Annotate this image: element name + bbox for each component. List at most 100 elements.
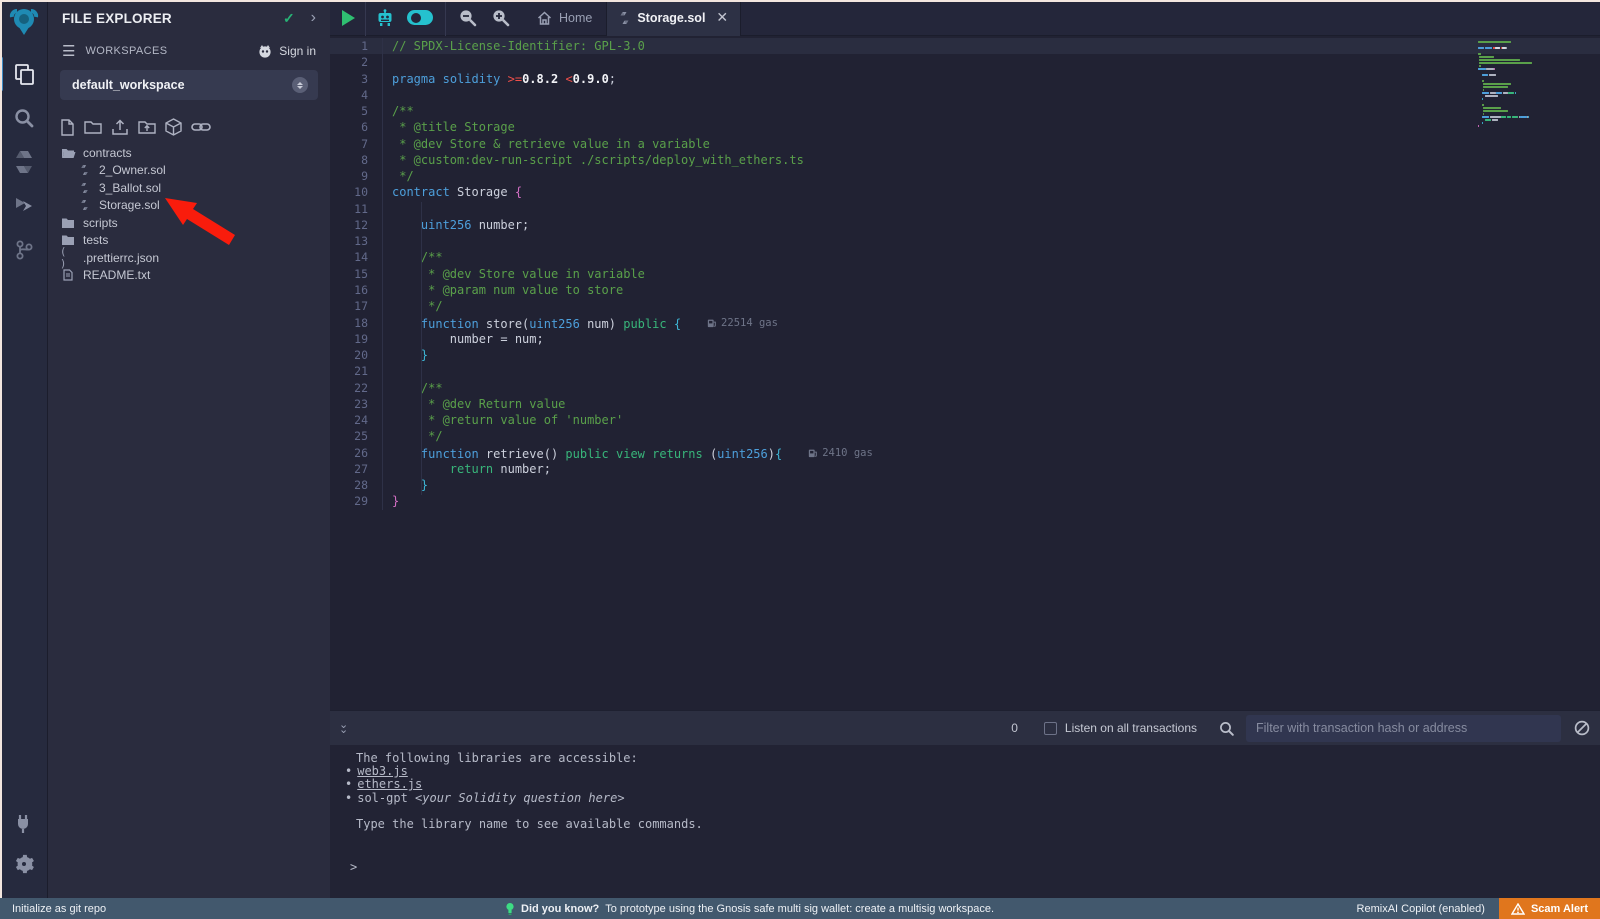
line-number[interactable]: 11: [330, 201, 383, 217]
code-line-25[interactable]: 25 */: [330, 428, 1600, 444]
line-number[interactable]: 15: [330, 266, 383, 282]
chevron-right-icon[interactable]: ›: [311, 10, 316, 26]
tab-home[interactable]: Home: [525, 0, 604, 36]
code-line-12[interactable]: 12 uint256 number;: [330, 217, 1600, 233]
line-number[interactable]: 29: [330, 493, 383, 509]
line-number[interactable]: 16: [330, 282, 383, 298]
sidebar-item-deploy-run[interactable]: [0, 184, 48, 228]
line-number[interactable]: 17: [330, 298, 383, 314]
line-number[interactable]: 13: [330, 233, 383, 249]
line-number[interactable]: 19: [330, 331, 383, 347]
terminal-link-ethers-js[interactable]: ethers.js: [357, 777, 422, 791]
code-line-4[interactable]: 4: [330, 87, 1600, 103]
line-number[interactable]: 28: [330, 477, 383, 493]
line-number[interactable]: 24: [330, 412, 383, 428]
terminal-link-web3-js[interactable]: web3.js: [357, 764, 408, 778]
workspace-select[interactable]: default_workspace: [60, 70, 318, 100]
code-line-28[interactable]: 28 }: [330, 477, 1600, 493]
copilot-toggle[interactable]: [407, 10, 433, 25]
line-number[interactable]: 18: [330, 315, 383, 331]
code-line-8[interactable]: 8 * @custom:dev-run-script ./scripts/dep…: [330, 152, 1600, 168]
new-folder-button[interactable]: [84, 119, 102, 135]
git-init-button[interactable]: Initialize as git repo: [12, 903, 106, 915]
scam-alert-button[interactable]: Scam Alert: [1499, 898, 1600, 919]
close-tab-icon[interactable]: ✕: [716, 9, 728, 26]
sidebar-item-search[interactable]: [0, 96, 48, 140]
line-number[interactable]: 20: [330, 347, 383, 363]
listen-all-transactions-checkbox[interactable]: [1044, 722, 1057, 735]
upload-file-button[interactable]: [111, 119, 129, 136]
line-number[interactable]: 4: [330, 87, 383, 103]
line-number[interactable]: 10: [330, 184, 383, 200]
sidebar-item-plugin-manager[interactable]: [0, 802, 48, 846]
code-line-2[interactable]: 2: [330, 54, 1600, 70]
line-number[interactable]: 2: [330, 54, 383, 70]
code-line-27[interactable]: 27 return number;: [330, 461, 1600, 477]
code-line-29[interactable]: 29}: [330, 493, 1600, 509]
code-line-26[interactable]: 26 function retrieve() public view retur…: [330, 445, 1600, 461]
tree-item-3-ballot-sol[interactable]: 3_Ballot.sol: [48, 179, 330, 197]
line-number[interactable]: 12: [330, 217, 383, 233]
code-line-6[interactable]: 6 * @title Storage: [330, 119, 1600, 135]
line-number[interactable]: 7: [330, 136, 383, 152]
line-number[interactable]: 1: [330, 38, 383, 54]
code-line-23[interactable]: 23 * @dev Return value: [330, 396, 1600, 412]
copilot-status[interactable]: RemixAI Copilot (enabled): [1357, 903, 1485, 915]
sign-in-button[interactable]: Sign in: [257, 44, 316, 58]
code-line-21[interactable]: 21: [330, 363, 1600, 379]
editor-minimap[interactable]: [1478, 41, 1548, 128]
ai-copilot-button[interactable]: [376, 9, 394, 27]
code-line-5[interactable]: 5/**: [330, 103, 1600, 119]
tree-item-scripts[interactable]: scripts: [48, 214, 330, 232]
code-line-22[interactable]: 22 /**: [330, 380, 1600, 396]
publish-box-icon[interactable]: [165, 118, 182, 136]
sidebar-item-settings[interactable]: [0, 842, 48, 886]
code-line-11[interactable]: 11: [330, 201, 1600, 217]
tree-item-tests[interactable]: tests: [48, 232, 330, 250]
line-number[interactable]: 3: [330, 71, 383, 87]
transaction-filter-input[interactable]: [1246, 715, 1561, 742]
zoom-out-button[interactable]: [458, 8, 477, 27]
tab-storage-sol[interactable]: Storage.sol ✕: [606, 0, 741, 36]
code-line-15[interactable]: 15 * @dev Store value in variable: [330, 266, 1600, 282]
terminal-prompt[interactable]: >: [330, 860, 1600, 874]
line-number[interactable]: 22: [330, 380, 383, 396]
line-number[interactable]: 6: [330, 119, 383, 135]
line-number[interactable]: 25: [330, 428, 383, 444]
line-number[interactable]: 27: [330, 461, 383, 477]
code-line-3[interactable]: 3pragma solidity >=0.8.2 <0.9.0;: [330, 71, 1600, 87]
run-script-button[interactable]: [342, 10, 355, 26]
code-line-14[interactable]: 14 /**: [330, 249, 1600, 265]
terminal-output[interactable]: The following libraries are accessible:•…: [330, 745, 1600, 898]
line-number[interactable]: 26: [330, 445, 383, 461]
code-line-16[interactable]: 16 * @param num value to store: [330, 282, 1600, 298]
code-editor[interactable]: 1// SPDX-License-Identifier: GPL-3.023pr…: [330, 36, 1600, 710]
line-number[interactable]: 21: [330, 363, 383, 379]
code-line-7[interactable]: 7 * @dev Store & retrieve value in a var…: [330, 136, 1600, 152]
code-line-10[interactable]: 10contract Storage {: [330, 184, 1600, 200]
collapse-terminal-button[interactable]: ⌄ ⌄: [339, 723, 348, 733]
sidebar-item-solidity-compiler[interactable]: [0, 140, 48, 184]
sidebar-item-file-explorer[interactable]: [0, 52, 48, 96]
code-line-18[interactable]: 18 function store(uint256 num) public {2…: [330, 315, 1600, 331]
line-number[interactable]: 23: [330, 396, 383, 412]
line-number[interactable]: 9: [330, 168, 383, 184]
line-number[interactable]: 8: [330, 152, 383, 168]
tree-item-contracts[interactable]: contracts: [48, 144, 330, 162]
code-line-17[interactable]: 17 */: [330, 298, 1600, 314]
link-icon[interactable]: [191, 120, 211, 134]
code-line-1[interactable]: 1// SPDX-License-Identifier: GPL-3.0: [330, 38, 1600, 54]
code-line-24[interactable]: 24 * @return value of 'number': [330, 412, 1600, 428]
sidebar-item-git[interactable]: [0, 228, 48, 272]
code-line-20[interactable]: 20 }: [330, 347, 1600, 363]
upload-folder-button[interactable]: [138, 119, 156, 135]
line-number[interactable]: 5: [330, 103, 383, 119]
code-line-9[interactable]: 9 */: [330, 168, 1600, 184]
new-file-button[interactable]: [60, 119, 75, 136]
search-icon[interactable]: [1219, 721, 1234, 736]
code-line-19[interactable]: 19 number = num;: [330, 331, 1600, 347]
zoom-in-button[interactable]: [491, 8, 510, 27]
tree-item-2-owner-sol[interactable]: 2_Owner.sol: [48, 162, 330, 180]
remix-logo[interactable]: [0, 0, 48, 44]
tree-item--prettierrc-json[interactable]: ( ).prettierrc.json: [48, 249, 330, 267]
